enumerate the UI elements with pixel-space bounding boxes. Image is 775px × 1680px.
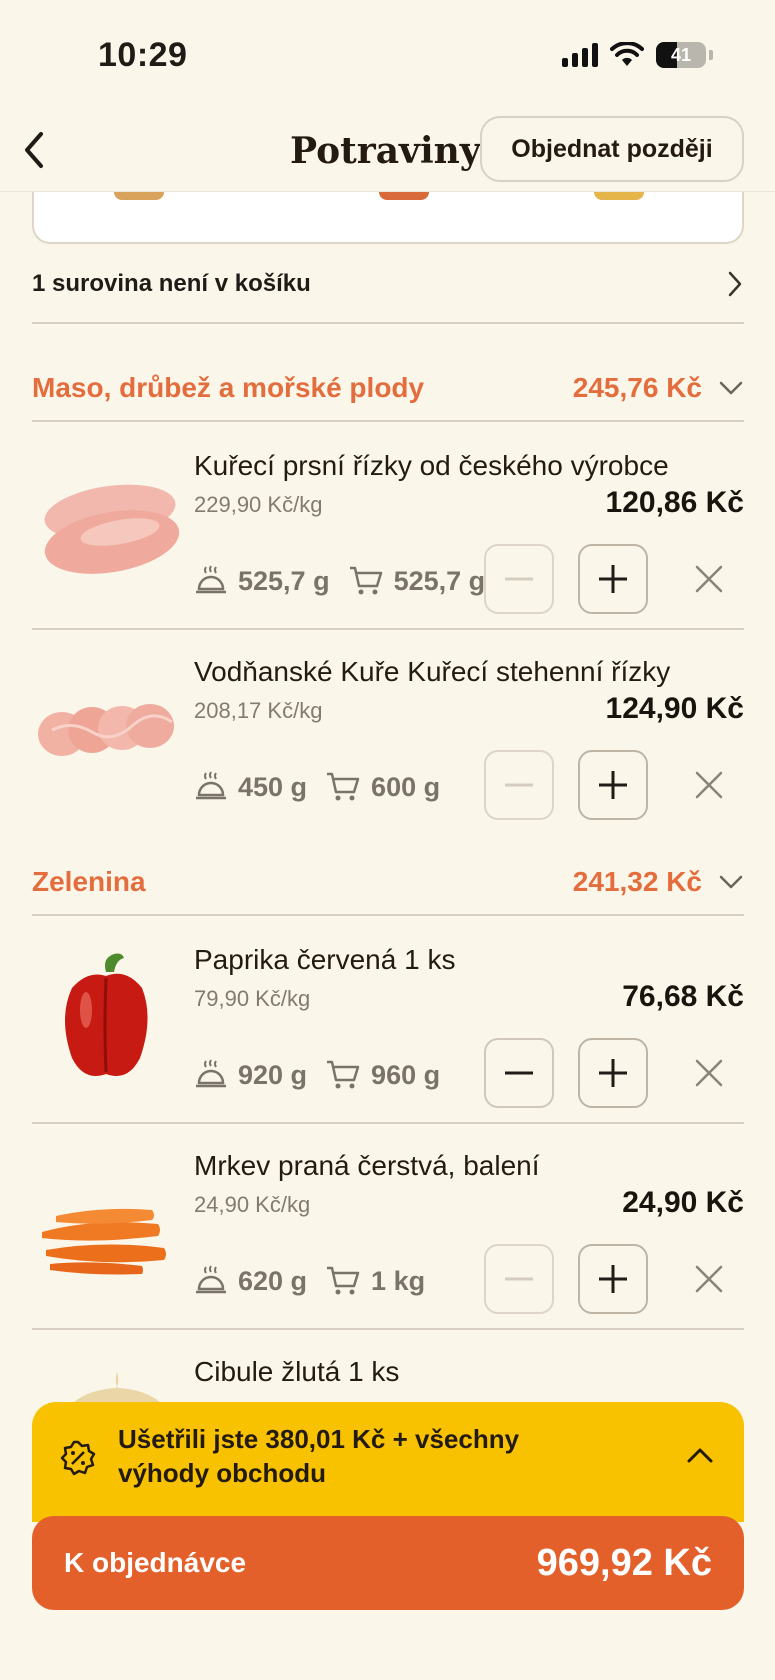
- cart-quantity: 1 kg: [371, 1265, 426, 1296]
- savings-text: Ušetřili jste 380,01 Kč + všechny výhody…: [118, 1424, 520, 1488]
- chevron-down-icon: [719, 875, 743, 889]
- minus-icon: [505, 1277, 533, 1281]
- decrease-quantity-button[interactable]: [484, 1038, 554, 1108]
- product-image-chicken-breast: [44, 484, 180, 574]
- cart-icon: [327, 772, 360, 801]
- section-name: Maso, drůbež a mořské plody: [32, 372, 425, 403]
- signal-icon: [562, 43, 598, 67]
- minus-icon: [505, 1071, 533, 1075]
- checkout-total: 969,92 Kč: [536, 1541, 712, 1584]
- product-title: Kuřecí prsní řízky od českého výrobce: [194, 450, 669, 481]
- section-vegetables-header[interactable]: Zelenina 241,32 Kč: [32, 850, 744, 916]
- minus-icon: [505, 783, 533, 787]
- chevron-up-icon: [687, 1448, 713, 1463]
- increase-quantity-button[interactable]: [578, 1038, 648, 1108]
- plus-icon: [599, 565, 627, 593]
- missing-ingredient-row[interactable]: 1 surovina není v košíku: [32, 262, 744, 324]
- discount-badge-icon: [60, 1440, 96, 1476]
- cart-quantity: 960 g: [371, 1059, 441, 1090]
- plus-icon: [599, 771, 627, 799]
- product-unit-price: 229,90 Kč/kg: [194, 492, 323, 517]
- product-title: Vodňanské Kuře Kuřecí stehenní řízky: [194, 656, 671, 687]
- wifi-icon: [610, 42, 644, 66]
- remove-item-button[interactable]: [684, 1048, 734, 1098]
- product-quantities: 450 g 600 g: [194, 752, 448, 822]
- chevron-down-icon: [719, 381, 743, 395]
- cloche-icon: [196, 771, 226, 800]
- increase-quantity-button[interactable]: [578, 544, 648, 614]
- plus-icon: [599, 1265, 627, 1293]
- status-icons: 41: [562, 42, 713, 68]
- recipe-quantity: 525,7 g: [238, 565, 330, 596]
- chevron-right-icon: [728, 271, 742, 297]
- page-title: Potraviny: [290, 130, 481, 172]
- cloche-icon: [196, 1059, 226, 1088]
- list-item: Paprika červená 1 ks 79,90 Kč/kg 76,68 K…: [32, 918, 744, 1124]
- close-icon: [695, 1059, 723, 1087]
- product-unit-price: 24,90 Kč/kg: [194, 1192, 311, 1217]
- product-title: Paprika červená 1 ks: [194, 944, 456, 975]
- missing-ingredient-text: 1 surovina není v košíku: [32, 270, 311, 297]
- recipe-quantity: 620 g: [238, 1265, 308, 1296]
- product-price: 24,90 Kč: [622, 1186, 744, 1219]
- list-item: Kuřecí prsní řízky od českého výrobce 22…: [32, 424, 744, 630]
- back-button[interactable]: [14, 128, 54, 172]
- chevron-left-icon: [25, 132, 43, 168]
- cart-quantity: 525,7 g: [393, 565, 486, 596]
- increase-quantity-button[interactable]: [578, 750, 648, 820]
- product-unit-price: 208,17 Kč/kg: [194, 698, 323, 723]
- product-unit-price: 79,90 Kč/kg: [194, 986, 311, 1011]
- battery-level: 41: [670, 44, 692, 65]
- cart-quantity: 600 g: [371, 771, 441, 802]
- product-price: 120,86 Kč: [605, 486, 744, 519]
- decrease-quantity-button[interactable]: [484, 544, 554, 614]
- product-title: Mrkev praná čerstvá, balení: [194, 1150, 540, 1181]
- cart-icon: [349, 566, 382, 595]
- product-quantities: 620 g 1 kg: [194, 1246, 433, 1316]
- close-icon: [695, 771, 723, 799]
- status-bar: 10:29 41: [0, 0, 775, 112]
- close-icon: [695, 565, 723, 593]
- plus-icon: [599, 1059, 627, 1087]
- close-icon: [695, 1265, 723, 1293]
- recipe-quantity: 450 g: [238, 771, 308, 802]
- order-later-button[interactable]: Objednat později: [480, 116, 744, 182]
- battery-icon: 41: [656, 42, 706, 68]
- product-price: 76,68 Kč: [622, 980, 744, 1013]
- product-quantities: 920 g 960 g: [194, 1040, 448, 1110]
- product-title: Cibule žlutá 1 ks: [194, 1356, 400, 1387]
- section-name: Zelenina: [32, 866, 146, 897]
- remove-item-button[interactable]: [684, 1254, 734, 1304]
- section-total: 245,76 Kč: [572, 372, 702, 403]
- increase-quantity-button[interactable]: [578, 1244, 648, 1314]
- header: Potraviny Objednat později: [0, 112, 775, 192]
- cart-icon: [327, 1266, 360, 1295]
- savings-banner[interactable]: Ušetřili jste 380,01 Kč + všechny výhody…: [32, 1402, 744, 1522]
- cart-icon: [327, 1060, 360, 1089]
- section-total: 241,32 Kč: [572, 866, 702, 897]
- remove-item-button[interactable]: [684, 554, 734, 604]
- list-item: Cibule žlutá 1 ks: [32, 1330, 744, 1410]
- cloche-icon: [196, 565, 226, 594]
- status-time: 10:29: [98, 36, 188, 74]
- recipe-quantity: 920 g: [238, 1059, 308, 1090]
- product-quantities: 525,7 g 525,7 g: [194, 546, 493, 616]
- list-item: Vodňanské Kuře Kuřecí stehenní řízky 208…: [32, 630, 744, 836]
- cloche-icon: [196, 1265, 226, 1294]
- remove-item-button[interactable]: [684, 760, 734, 810]
- decrease-quantity-button[interactable]: [484, 1244, 554, 1314]
- minus-icon: [505, 577, 533, 581]
- decrease-quantity-button[interactable]: [484, 750, 554, 820]
- product-image-red-pepper: [65, 953, 148, 1076]
- list-item: Mrkev praná čerstvá, balení 24,90 Kč/kg …: [32, 1124, 744, 1330]
- product-price: 124,90 Kč: [605, 692, 744, 725]
- section-meat-header[interactable]: Maso, drůbež a mořské plody 245,76 Kč: [32, 356, 744, 422]
- checkout-button[interactable]: K objednávce 969,92 Kč: [32, 1516, 744, 1610]
- product-image-chicken-thighs: [38, 704, 174, 756]
- recipe-card-peek: [32, 192, 744, 244]
- checkout-label: K objednávce: [64, 1547, 247, 1578]
- product-image-carrots: [42, 1208, 166, 1275]
